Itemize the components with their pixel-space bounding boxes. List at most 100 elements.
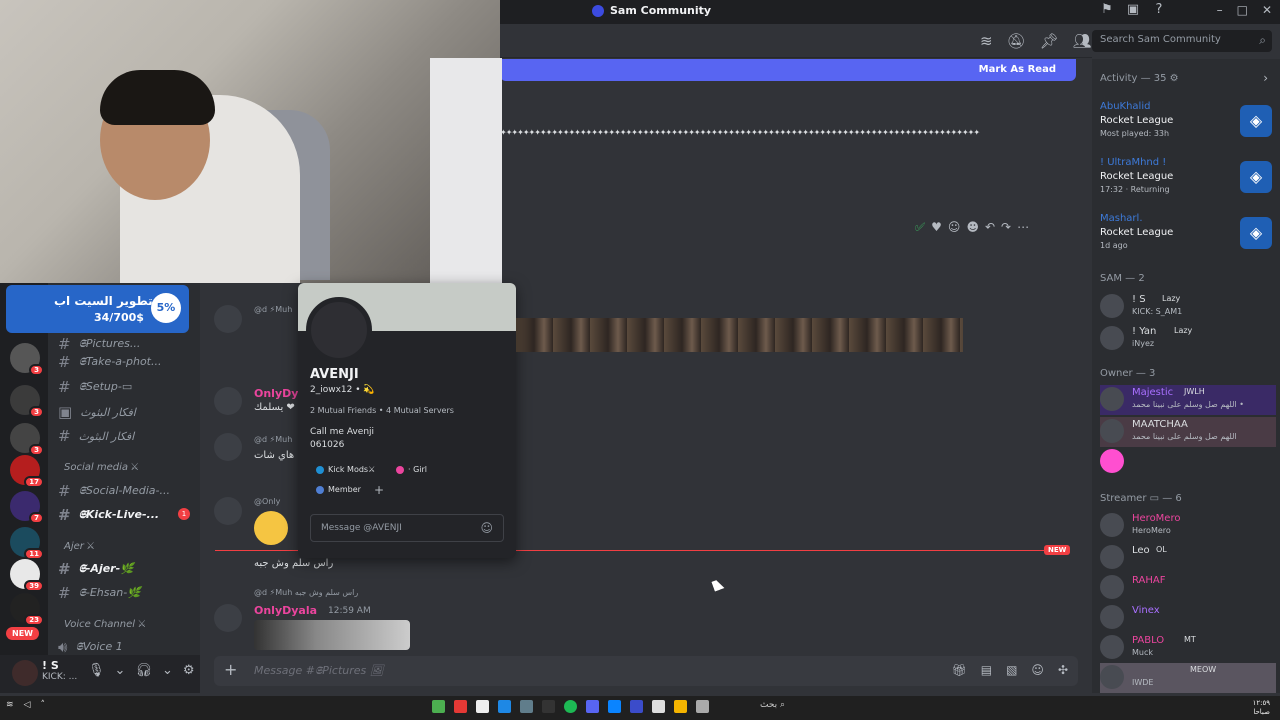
discord-icon[interactable]	[586, 700, 599, 713]
emoji-icon[interactable]: ☺	[480, 521, 493, 535]
maximize-icon[interactable]: □	[1237, 3, 1248, 17]
close-icon[interactable]: ✕	[1262, 3, 1272, 17]
app-icon[interactable]	[432, 700, 445, 713]
member-item[interactable]: MAATCHAA اللهم صل وسلم على نبينا محمد	[1100, 417, 1276, 447]
mute-icon[interactable]: 🔕︎	[1007, 32, 1026, 50]
microphone-icon[interactable]: 🎙︎	[88, 663, 105, 678]
spotify-icon[interactable]	[564, 700, 577, 713]
more-icon[interactable]: ⋯	[1017, 220, 1029, 235]
app-icon[interactable]	[498, 700, 511, 713]
chevron-up-icon[interactable]: ˄	[40, 700, 45, 710]
sticker-icon[interactable]: ▧	[1006, 663, 1017, 677]
minimize-icon[interactable]: –	[1217, 3, 1223, 17]
activity-card[interactable]: ! UltraMhnd ! Rocket League 17:32 · Retu…	[1100, 157, 1272, 209]
avatar[interactable]	[214, 433, 242, 461]
channel-item[interactable]: # 𝕾Setup-▭	[58, 378, 132, 396]
gift-icon[interactable]: 🎁︎	[952, 663, 967, 677]
activity-card[interactable]: Masharl. Rocket League 1d ago ◈	[1100, 213, 1272, 265]
server-icon-2[interactable]: 3	[10, 343, 44, 376]
category-ajer[interactable]: Ajer ⚔	[64, 541, 94, 552]
app-icon[interactable]	[520, 700, 533, 713]
app-icon[interactable]	[652, 700, 665, 713]
server-icon-3[interactable]: 3	[10, 385, 44, 418]
threads-icon[interactable]: ≋	[980, 32, 993, 50]
check-reaction-icon[interactable]: ✅︎	[915, 220, 925, 235]
forward-icon[interactable]: ↷	[1001, 220, 1011, 235]
member-item[interactable]: ! Yan Lazy iNyez	[1100, 324, 1276, 354]
avatar[interactable]	[214, 497, 242, 525]
message-composer[interactable]: + Message #𝕾Pictures 🖼 🎁︎ ▤ ▧ ☺ ✣	[214, 656, 1078, 686]
server-icon-4[interactable]: 3	[10, 423, 44, 456]
voice-channel-item[interactable]: 🔊︎ 𝕾Voice 1	[58, 638, 123, 656]
chevron-down-icon[interactable]: ⌄	[115, 663, 126, 678]
gif-icon[interactable]: ▤	[981, 663, 992, 677]
message-author[interactable]: OnlyDyala	[254, 604, 317, 617]
profile-mutuals[interactable]: 2 Mutual Friends • 4 Mutual Servers	[310, 406, 454, 415]
new-unreads-pill[interactable]: NEW	[6, 627, 39, 640]
emoji-icon[interactable]: ☺	[1031, 663, 1044, 677]
member-item[interactable]: PABLO MT Muck	[1100, 633, 1276, 663]
server-icon-9[interactable]: 23	[10, 593, 44, 626]
channel-item[interactable]: # 𝕾-Ehsan-🌿	[58, 584, 141, 602]
gear-icon[interactable]: ⚙	[1170, 73, 1179, 84]
channel-item-active[interactable]: # 𝕾Kick-Live-...	[58, 506, 159, 524]
category-voice[interactable]: Voice Channel ⚔	[64, 619, 145, 630]
server-icon-5[interactable]: 17	[10, 455, 44, 488]
member-item[interactable]: RAHAF	[1100, 573, 1276, 603]
apps-icon[interactable]: ✣	[1058, 663, 1068, 677]
pin-icon[interactable]: 📌︎	[1040, 32, 1059, 50]
members-icon[interactable]: 👥︎	[1073, 32, 1092, 50]
avatar[interactable]	[214, 305, 242, 333]
flag-icon[interactable]: ⚑	[1100, 3, 1114, 17]
channel-item[interactable]: # افكار البثوث	[58, 427, 134, 445]
folder-icon[interactable]	[674, 700, 687, 713]
heart-reaction-icon[interactable]: ♥	[931, 220, 942, 235]
category-social-media[interactable]: Social media ⚔	[64, 462, 138, 473]
server-icon-6[interactable]: 7	[10, 491, 44, 524]
channel-item[interactable]: # 𝕾-Ajer-🌿	[58, 560, 134, 578]
reply-icon[interactable]: ↶	[985, 220, 995, 235]
smile-reaction-icon[interactable]: ☺	[948, 220, 961, 235]
app-icon[interactable]	[542, 700, 555, 713]
channel-item[interactable]: # 𝕾Take-a-phot...	[58, 353, 161, 371]
avatar[interactable]	[12, 660, 38, 686]
channel-item[interactable]: # 𝕾Pictures...	[58, 335, 140, 353]
server-icon-8[interactable]: 39	[10, 559, 44, 592]
avatar[interactable]	[214, 604, 242, 632]
avatar[interactable]	[214, 387, 242, 415]
edge-icon[interactable]	[608, 700, 621, 713]
search-input[interactable]: Search Sam Community ⌕	[1092, 30, 1272, 52]
member-item[interactable]: HeroMero HeroMero	[1100, 511, 1276, 541]
member-item[interactable]: Majestic JWLH اللهم صل وسلم على نبينا محمد…	[1100, 385, 1276, 415]
activity-card[interactable]: AbuKhalid Rocket League Most played: 33h…	[1100, 101, 1272, 153]
wifi-icon[interactable]: ≋	[6, 700, 14, 710]
app-icon[interactable]	[696, 700, 709, 713]
help-icon[interactable]: ?	[1152, 3, 1166, 17]
taskbar-clock[interactable]: ١٢:٥٩ صباحا	[1253, 699, 1270, 717]
channel-item[interactable]: # 𝕾Social-Media-...	[58, 482, 170, 500]
member-item[interactable]: ! S Lazy KICK: S_AM1	[1100, 292, 1276, 322]
channel-item[interactable]: ▣ افكار البثوث	[58, 403, 136, 421]
volume-icon[interactable]: ◁	[24, 700, 31, 710]
app-icon[interactable]	[454, 700, 467, 713]
add-reaction-icon[interactable]: ☻	[966, 220, 979, 235]
profile-message-input[interactable]: Message @AVENJI ☺	[310, 514, 504, 542]
member-item[interactable]	[1100, 447, 1276, 477]
gear-icon[interactable]: ⚙	[183, 663, 195, 678]
member-item[interactable]: Leo OL	[1100, 543, 1276, 573]
member-item[interactable]: Vinex	[1100, 603, 1276, 633]
member-item[interactable]: MEOW IWDE	[1100, 663, 1276, 693]
add-role-icon[interactable]: +	[374, 483, 384, 497]
headphones-icon[interactable]: 🎧︎	[135, 663, 152, 678]
chevron-right-icon[interactable]: ›	[1263, 71, 1268, 85]
screen-icon[interactable]: ▣	[1126, 3, 1140, 17]
chevron-down-icon[interactable]: ⌄	[162, 663, 173, 678]
avatar[interactable]	[306, 297, 372, 363]
image-attachment[interactable]	[254, 620, 410, 650]
mark-as-read-banner[interactable]: Mark As Read	[500, 59, 1076, 81]
app-icon[interactable]	[630, 700, 643, 713]
server-icon-7[interactable]: 11	[10, 527, 44, 560]
attach-icon[interactable]: +	[224, 660, 237, 679]
app-icon[interactable]	[476, 700, 489, 713]
taskbar-search[interactable]: بحث ⌕	[760, 700, 785, 710]
